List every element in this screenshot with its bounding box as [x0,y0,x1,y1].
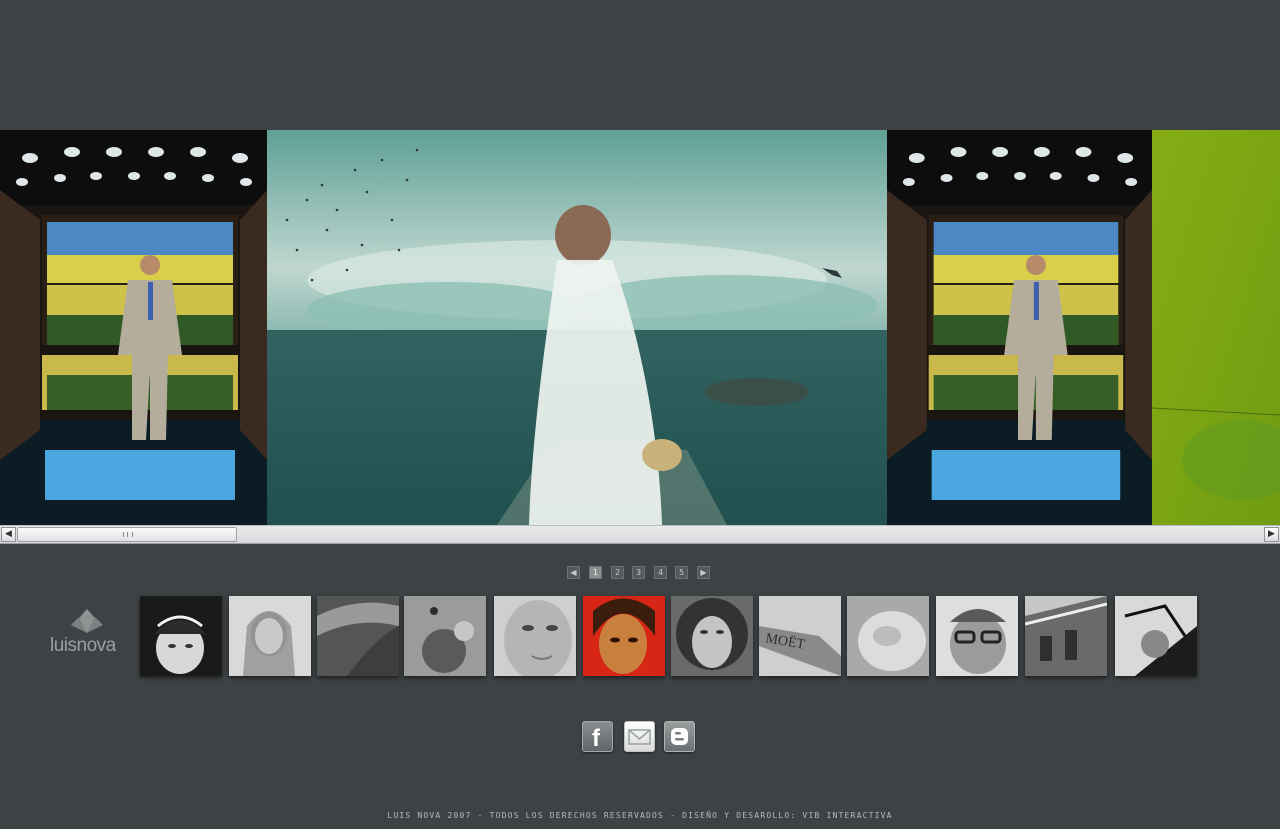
gallery-photo-bride[interactable] [267,130,887,525]
scrollbar-thumb[interactable] [17,527,237,542]
pager-page-3[interactable]: 3 [632,566,645,579]
scrollbar-grip-icon [123,532,133,537]
footer-copyright: LUIS NOVA 2007 - TODOS LOS DERECHOS RESE… [387,811,893,820]
logo-text: luisnova [50,635,116,656]
thumbnail-bike-figure[interactable] [1115,596,1197,676]
thumbnail-woman-red[interactable] [583,596,665,676]
facebook-button[interactable]: f [582,721,613,752]
thumbnail-bride-tiara[interactable] [140,596,222,676]
pager-page-4[interactable]: 4 [654,566,667,579]
gallery-photo-groom-repeat[interactable] [887,130,1152,525]
scroll-left-arrow-icon[interactable]: ◀ [1,527,16,542]
blogger-button[interactable] [664,721,695,752]
thumbnail-bride-portrait[interactable] [229,596,311,676]
thumbnail-moet-bottle[interactable]: MOËT [759,596,841,676]
thumbnail-building[interactable] [1025,596,1107,676]
thumbnail-curly-woman[interactable] [671,596,753,676]
facebook-icon: f [592,725,600,752]
email-button[interactable] [624,721,655,752]
pager-next-arrow-icon[interactable]: ▶ [697,566,710,579]
logo-leaf-icon [71,609,103,633]
pager-page-2[interactable]: 2 [611,566,624,579]
thumbnail-glass-macro[interactable] [847,596,929,676]
thumbnail-woman-face[interactable] [494,596,576,676]
pager-page-5[interactable]: 5 [675,566,688,579]
gallery-horizontal-scrollbar[interactable]: ◀ ▶ [0,525,1280,544]
thumbnail-man-glasses[interactable] [936,596,1018,676]
scroll-right-arrow-icon[interactable]: ▶ [1264,527,1279,542]
envelope-icon [628,729,651,745]
pager-page-1[interactable]: 1 [589,566,602,579]
gallery-photo-green[interactable] [1152,130,1280,525]
photo-gallery-strip[interactable] [0,130,1280,525]
pager-prev-arrow-icon[interactable]: ◀ [567,566,580,579]
thumbnail-abstract-texture[interactable] [404,596,486,676]
gallery-photo-groom[interactable] [0,130,267,525]
blogger-icon [671,728,688,745]
thumbnail-sand-dunes[interactable] [317,596,399,676]
site-logo[interactable]: luisnova [50,609,130,659]
